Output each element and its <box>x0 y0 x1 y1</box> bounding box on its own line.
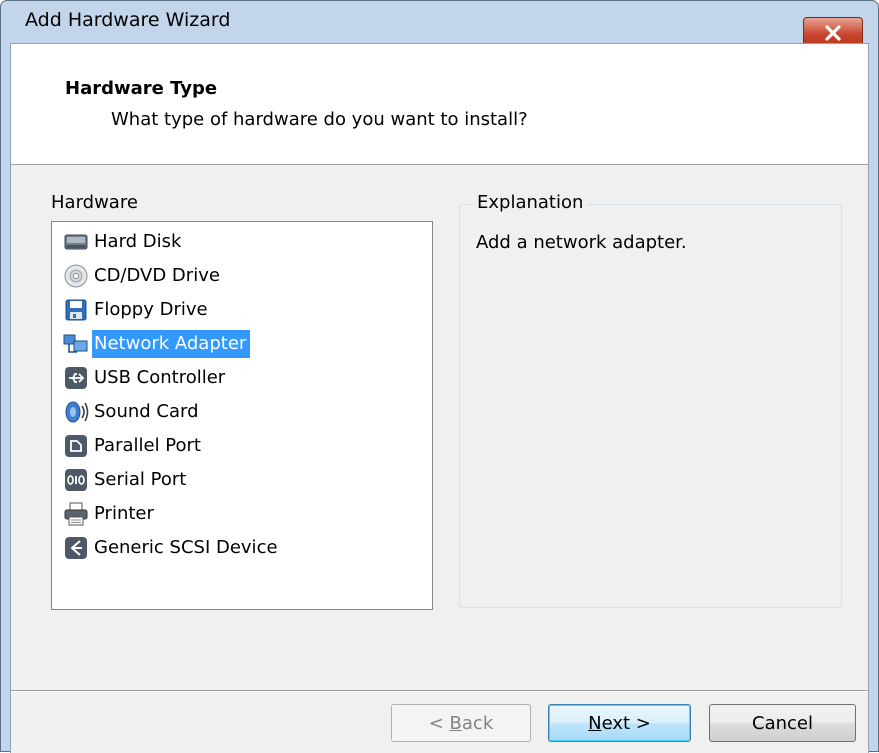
page-title: Hardware Type <box>65 78 218 99</box>
list-item-parallel-port[interactable]: Parallel Port <box>62 431 205 461</box>
close-icon <box>823 25 843 41</box>
back-prefix: < <box>428 712 450 734</box>
explanation-text: Add a network adapter. <box>476 232 687 253</box>
wizard-header: Hardware Type What type of hardware do y… <box>11 44 868 165</box>
next-button[interactable]: Next > <box>548 704 691 742</box>
cancel-button[interactable]: Cancel <box>709 704 856 742</box>
list-item-cd-dvd-drive[interactable]: CD/DVD Drive <box>62 261 224 291</box>
scsi-device-icon <box>62 534 90 562</box>
serial-port-icon <box>62 466 90 494</box>
list-item-label: Network Adapter <box>92 330 251 358</box>
list-item-network-adapter[interactable]: Network Adapter <box>62 329 251 359</box>
list-item-floppy-drive[interactable]: Floppy Drive <box>62 295 212 325</box>
list-item-sound-card[interactable]: Sound Card <box>62 397 203 427</box>
parallel-port-icon <box>62 432 90 460</box>
list-item-label: Generic SCSI Device <box>94 537 278 558</box>
window-title: Add Hardware Wizard <box>25 9 231 31</box>
hardware-listbox[interactable]: Hard Disk CD/DVD Drive Floppy Drive Netw… <box>51 221 433 610</box>
footer-divider <box>11 690 868 692</box>
list-item-label: CD/DVD Drive <box>94 265 220 286</box>
next-rest: ext > <box>601 712 651 734</box>
hardware-label: Hardware <box>51 192 138 213</box>
back-mnemonic: B <box>449 712 462 734</box>
title-bar[interactable]: Add Hardware Wizard <box>1 1 878 31</box>
printer-icon <box>62 500 90 528</box>
floppy-icon <box>62 296 90 324</box>
next-button-label: Next > <box>588 713 651 734</box>
back-button-label: < Back <box>429 713 494 734</box>
explanation-groupbox <box>459 204 842 608</box>
list-item-label: Printer <box>94 503 154 524</box>
back-button[interactable]: < Back <box>391 704 531 742</box>
wizard-client-area: Hardware Type What type of hardware do y… <box>10 43 869 753</box>
list-item-serial-port[interactable]: Serial Port <box>62 465 190 495</box>
list-item-label: Hard Disk <box>94 231 182 252</box>
list-item-label: Floppy Drive <box>94 299 208 320</box>
list-item-label: USB Controller <box>94 367 226 388</box>
explanation-label: Explanation <box>473 192 588 213</box>
hard-disk-icon <box>62 228 90 256</box>
cancel-button-label: Cancel <box>752 712 813 734</box>
usb-icon <box>62 364 90 392</box>
add-hardware-wizard-window: Add Hardware Wizard Hardware Type What t… <box>0 0 879 753</box>
list-item-label: Serial Port <box>94 469 187 490</box>
list-item-generic-scsi-device[interactable]: Generic SCSI Device <box>62 533 282 563</box>
list-item-label: Parallel Port <box>94 435 201 456</box>
list-item-usb-controller[interactable]: USB Controller <box>62 363 229 393</box>
next-mnemonic: N <box>588 712 602 734</box>
list-item-hard-disk[interactable]: Hard Disk <box>62 227 185 257</box>
network-adapter-icon <box>62 330 90 358</box>
list-item-label: Sound Card <box>94 401 199 422</box>
page-subtitle: What type of hardware do you want to ins… <box>111 109 528 130</box>
sound-card-icon <box>62 398 90 426</box>
back-rest: ack <box>461 712 494 734</box>
cd-dvd-icon <box>62 262 90 290</box>
list-item-printer[interactable]: Printer <box>62 499 158 529</box>
